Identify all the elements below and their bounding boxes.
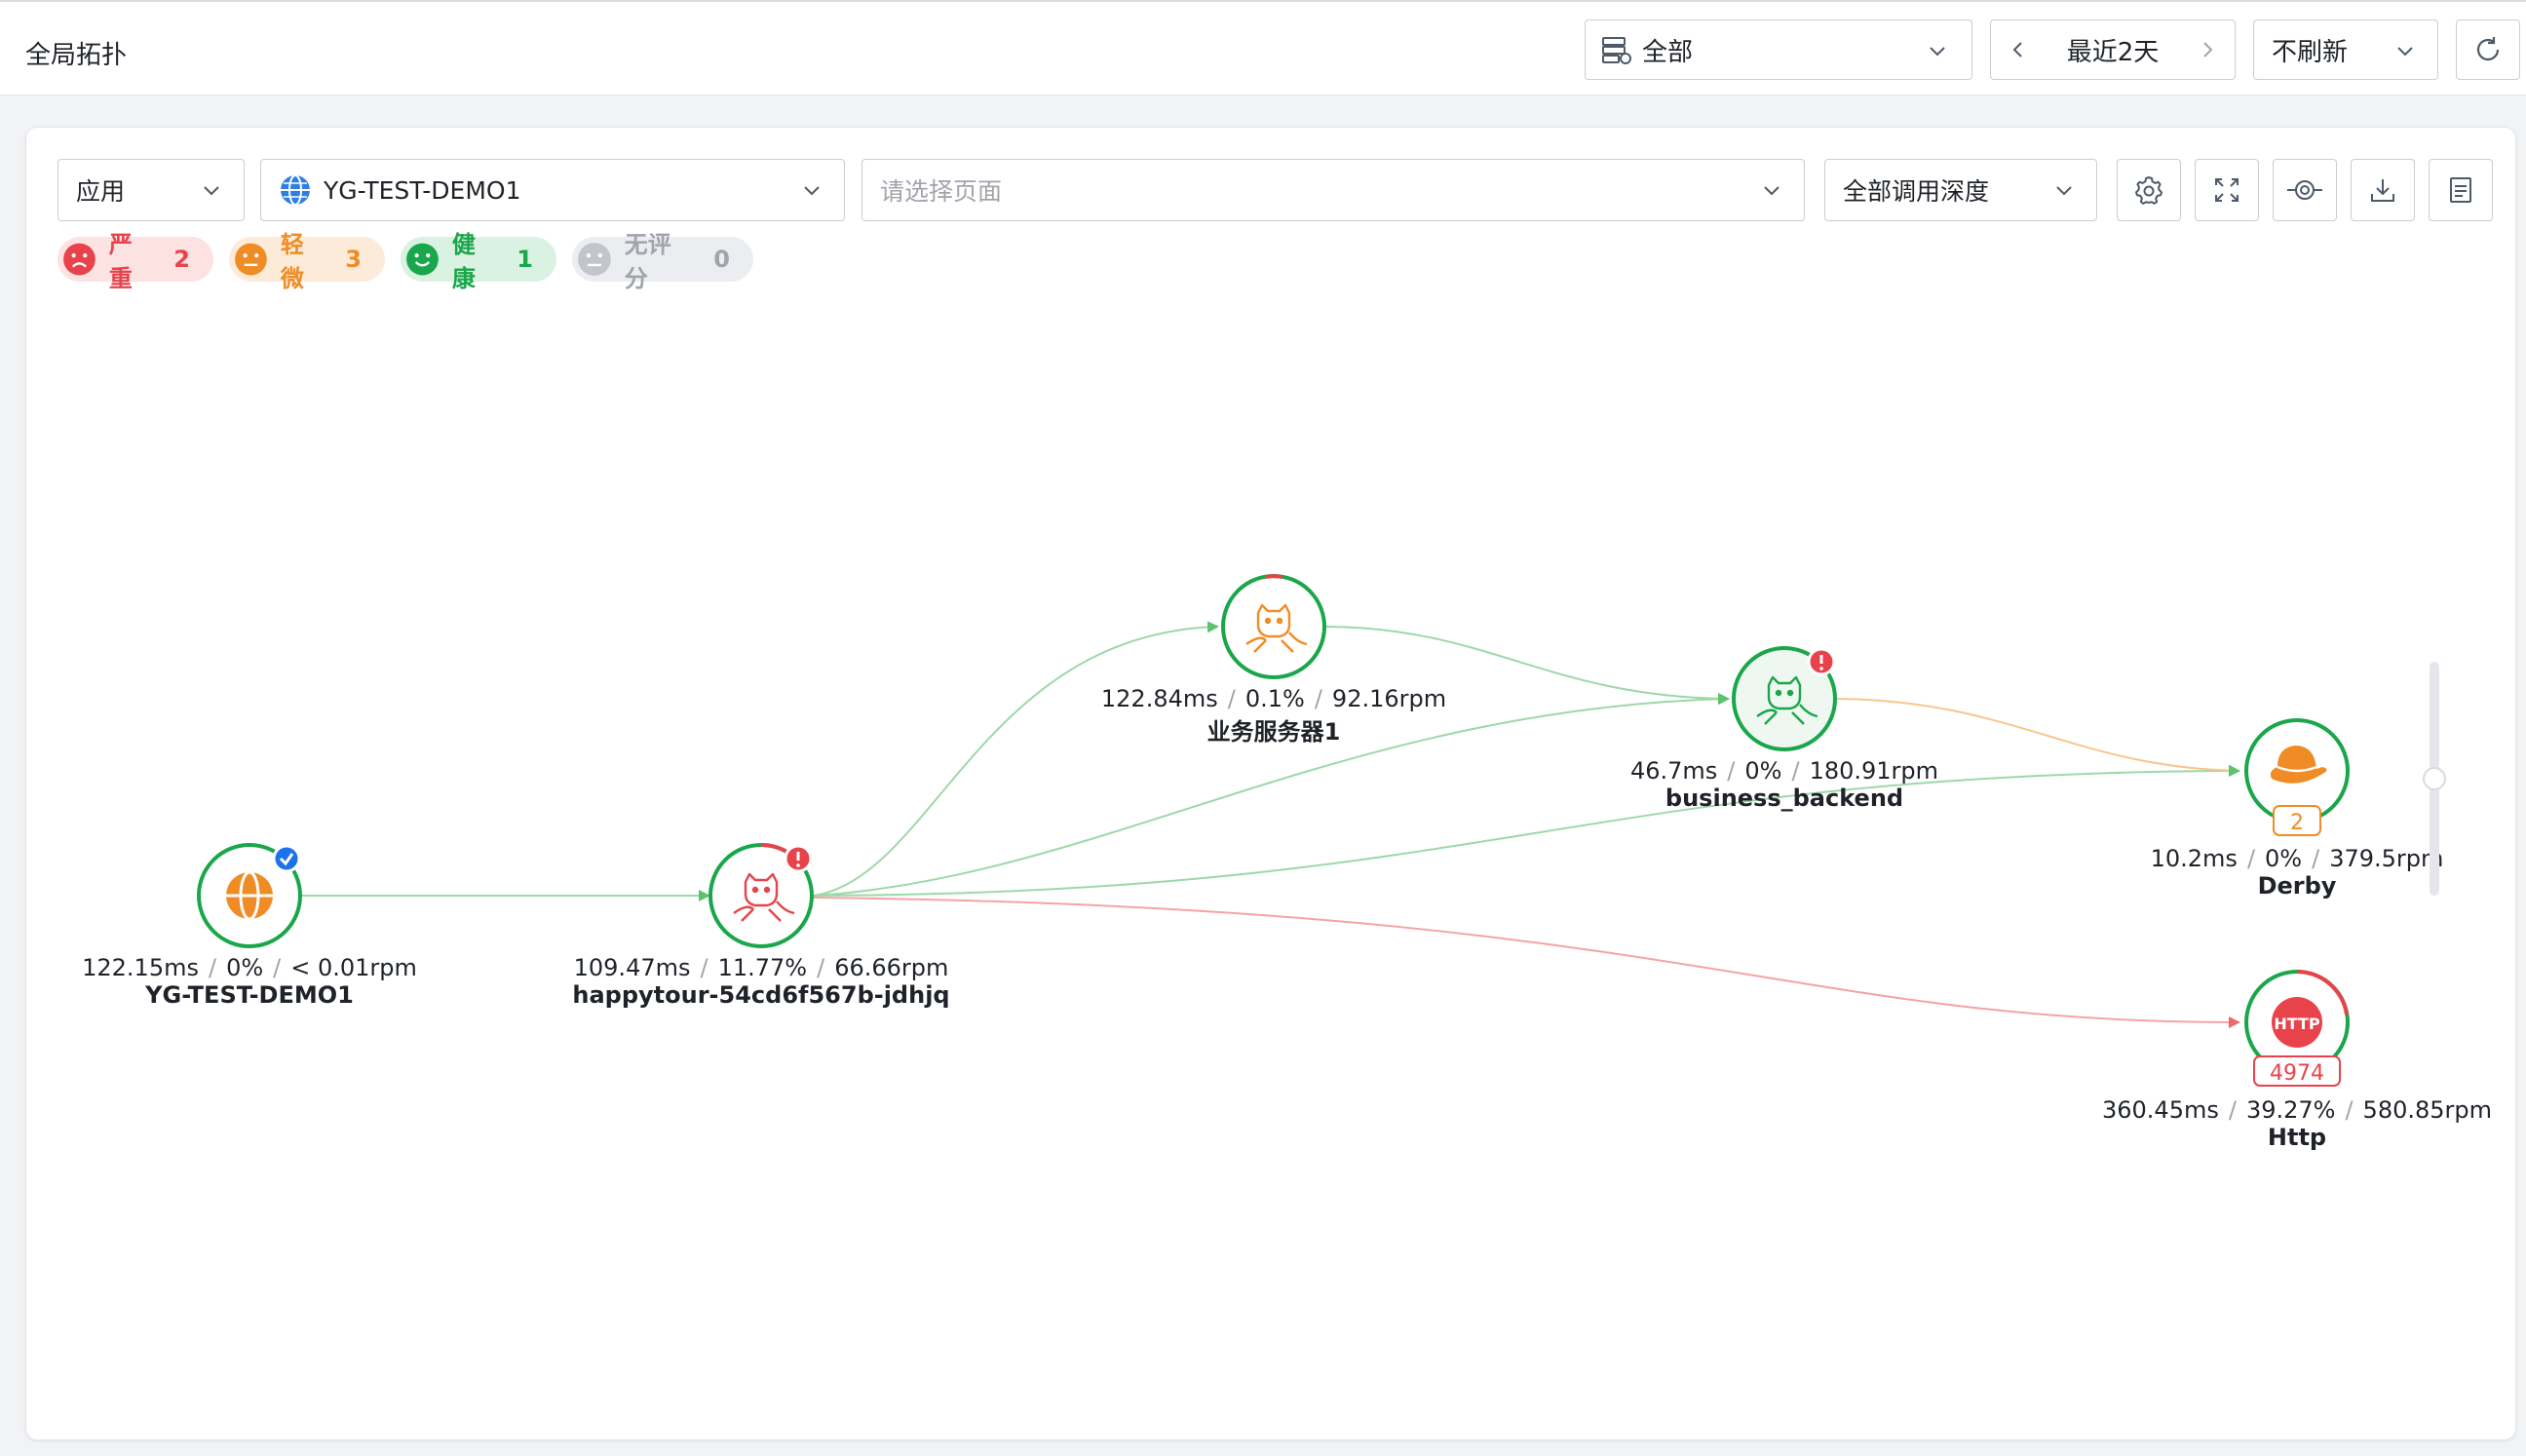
time-range-picker: 最近2天 xyxy=(1990,19,2236,80)
chevron-down-icon xyxy=(2397,47,2413,57)
node-business-backend[interactable] xyxy=(1732,646,1837,751)
chevron-down-icon xyxy=(204,186,219,196)
chevron-down-icon xyxy=(1764,186,1780,196)
node-derby[interactable]: 2 xyxy=(2244,718,2350,836)
legend-healthy-count: 1 xyxy=(517,246,533,273)
legend-minor-label: 轻微 xyxy=(280,231,304,292)
document-list-icon xyxy=(2450,177,2471,203)
node-demo-metrics: 122.15ms/0% / < 0.01rpm xyxy=(82,954,417,981)
settings-button[interactable] xyxy=(2117,159,2181,221)
call-depth-value: 全部调用深度 xyxy=(1843,177,1990,206)
application-select-value: YG-TEST-DEMO1 xyxy=(324,175,521,205)
node-http[interactable]: HTTP 4974 xyxy=(2244,970,2350,1087)
environment-select[interactable]: 全部 xyxy=(1585,19,1972,80)
verified-check-icon xyxy=(272,844,301,873)
time-range-value[interactable]: 最近2天 xyxy=(2067,32,2160,68)
node-happytour-name: happytour-54cd6f567b-jdhjq xyxy=(572,981,950,1009)
environment-select-value: 全部 xyxy=(1642,37,1694,67)
legend-minor[interactable]: 轻微 3 xyxy=(229,231,385,292)
legend-no-score[interactable]: 无评分 0 xyxy=(572,231,753,292)
zoom-slider-handle[interactable] xyxy=(2423,767,2446,790)
fullscreen-button[interactable] xyxy=(2195,159,2259,221)
chevron-down-icon xyxy=(1930,47,1945,57)
type-select-value: 应用 xyxy=(76,177,126,206)
legend-no-score-count: 0 xyxy=(713,246,730,273)
edge-happytour-to-derby[interactable] xyxy=(813,765,2240,897)
page-select[interactable]: 请选择页面 xyxy=(861,159,1805,221)
type-select[interactable]: 应用 xyxy=(57,159,245,221)
edge-happytour-to-http[interactable] xyxy=(813,897,2240,1028)
refresh-interval-value: 不刷新 xyxy=(2272,37,2349,67)
derby-badge-count: 2 xyxy=(2290,811,2304,835)
call-depth-select[interactable]: 全部调用深度 xyxy=(1824,159,2097,221)
chevron-down-icon xyxy=(804,186,820,196)
topology-card: 应用 YG-TEST-DEMO1 请选择页面 全部调用深度 严重 2 轻微 3 … xyxy=(25,127,2516,1440)
application-select[interactable]: YG-TEST-DEMO1 xyxy=(260,159,845,221)
chevron-left-icon[interactable] xyxy=(2009,39,2028,60)
download-icon xyxy=(2371,179,2394,202)
legend-severe-label: 严重 xyxy=(108,231,133,292)
legend-severe[interactable]: 严重 2 xyxy=(57,231,213,292)
download-button[interactable] xyxy=(2351,159,2415,221)
node-http-metrics: 360.45ms/39.27%/580.85rpm xyxy=(2101,1096,2493,1124)
topology-graph: 2 HTTP 4974 xyxy=(197,574,2350,1087)
node-biz1-name: 业务服务器1 xyxy=(1206,718,1341,746)
node-happytour-metrics: 109.47ms/11.77%/66.66rpm xyxy=(573,954,949,981)
gear-icon xyxy=(2135,176,2162,205)
list-view-button[interactable] xyxy=(2429,159,2493,221)
node-http-name: Http xyxy=(2267,1124,2327,1151)
neutral-face-icon xyxy=(235,243,267,276)
http-badge-count: 4974 xyxy=(2270,1061,2324,1086)
no-score-face-icon xyxy=(578,243,611,276)
node-derby-metrics: 10.2ms/0%/379.5rpm xyxy=(2150,845,2444,872)
database-icon xyxy=(1602,37,1631,64)
legend-healthy[interactable]: 健康 1 xyxy=(401,231,556,292)
node-derby-name: Derby xyxy=(2257,872,2337,900)
globe-icon xyxy=(226,870,273,921)
node-biz1-metrics: 122.84ms/0.1%/92.16rpm xyxy=(1100,685,1447,712)
sad-face-icon xyxy=(63,243,96,276)
legend-healthy-label: 健康 xyxy=(451,231,476,292)
node-yg-test-demo1[interactable] xyxy=(197,843,302,948)
top-header: 全局拓扑 全部 最近2天 不刷新 xyxy=(0,0,2526,96)
focus-node-button[interactable] xyxy=(2273,159,2337,221)
http-icon: HTTP xyxy=(2272,997,2322,1048)
node-demo-name: YG-TEST-DEMO1 xyxy=(145,981,354,1009)
alert-badge-icon xyxy=(1807,647,1836,676)
target-node-icon xyxy=(2287,180,2322,200)
node-happytour[interactable] xyxy=(708,842,814,948)
page-select-placeholder: 请选择页面 xyxy=(880,177,1003,206)
edge-happytour-to-biz1[interactable] xyxy=(813,621,1219,897)
node-backend-metrics: 46.7ms/0%/180.91rpm xyxy=(1629,757,1939,785)
node-biz-server-1[interactable] xyxy=(1221,574,1326,679)
fullscreen-icon xyxy=(2215,178,2239,202)
legend-minor-count: 3 xyxy=(345,246,362,273)
node-backend-name: business_backend xyxy=(1665,785,1904,812)
page-title: 全局拓扑 xyxy=(25,41,128,70)
globe-icon xyxy=(281,174,310,206)
legend-no-score-label: 无评分 xyxy=(624,231,671,292)
smile-face-icon xyxy=(406,243,439,276)
chevron-down-icon xyxy=(2056,186,2072,196)
chevron-right-icon[interactable] xyxy=(2198,39,2217,60)
legend-severe-count: 2 xyxy=(173,246,190,273)
refresh-interval-select[interactable]: 不刷新 xyxy=(2253,19,2438,80)
refresh-icon xyxy=(2476,37,2500,61)
http-icon-label: HTTP xyxy=(2274,1015,2320,1033)
alert-badge-icon xyxy=(784,844,813,873)
reload-button[interactable] xyxy=(2456,19,2520,80)
